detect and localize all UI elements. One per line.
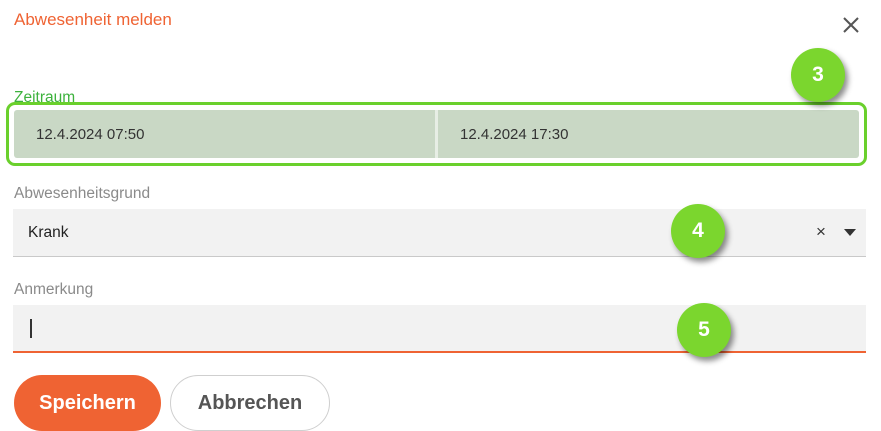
period-start-input[interactable]: 12.4.2024 07:50 [14, 110, 435, 158]
absence-dialog: Abwesenheit melden Zeitraum 12.4.2024 07… [0, 0, 881, 431]
close-icon [843, 17, 859, 33]
step-badge-5: 5 [677, 303, 731, 357]
step-badge-3: 3 [791, 48, 845, 102]
dialog-title: Abwesenheit melden [14, 10, 172, 29]
save-button[interactable]: Speichern [14, 375, 161, 431]
reason-label: Abwesenheitsgrund [14, 185, 151, 202]
text-caret [30, 319, 32, 338]
period-range-highlight: 12.4.2024 07:50 12.4.2024 17:30 [6, 102, 867, 166]
clear-selection-icon[interactable]: × [816, 222, 826, 242]
period-end-input[interactable]: 12.4.2024 17:30 [438, 110, 859, 158]
period-range: 12.4.2024 07:50 12.4.2024 17:30 [14, 110, 859, 158]
step-badge-4: 4 [671, 204, 725, 258]
caret-down-icon[interactable] [841, 223, 859, 241]
note-input[interactable] [13, 305, 866, 353]
cancel-button[interactable]: Abbrechen [170, 375, 330, 431]
reason-value: Krank [28, 223, 69, 241]
note-label: Anmerkung [14, 281, 94, 298]
reason-select[interactable]: Krank × [13, 209, 866, 257]
close-button[interactable] [836, 10, 866, 40]
